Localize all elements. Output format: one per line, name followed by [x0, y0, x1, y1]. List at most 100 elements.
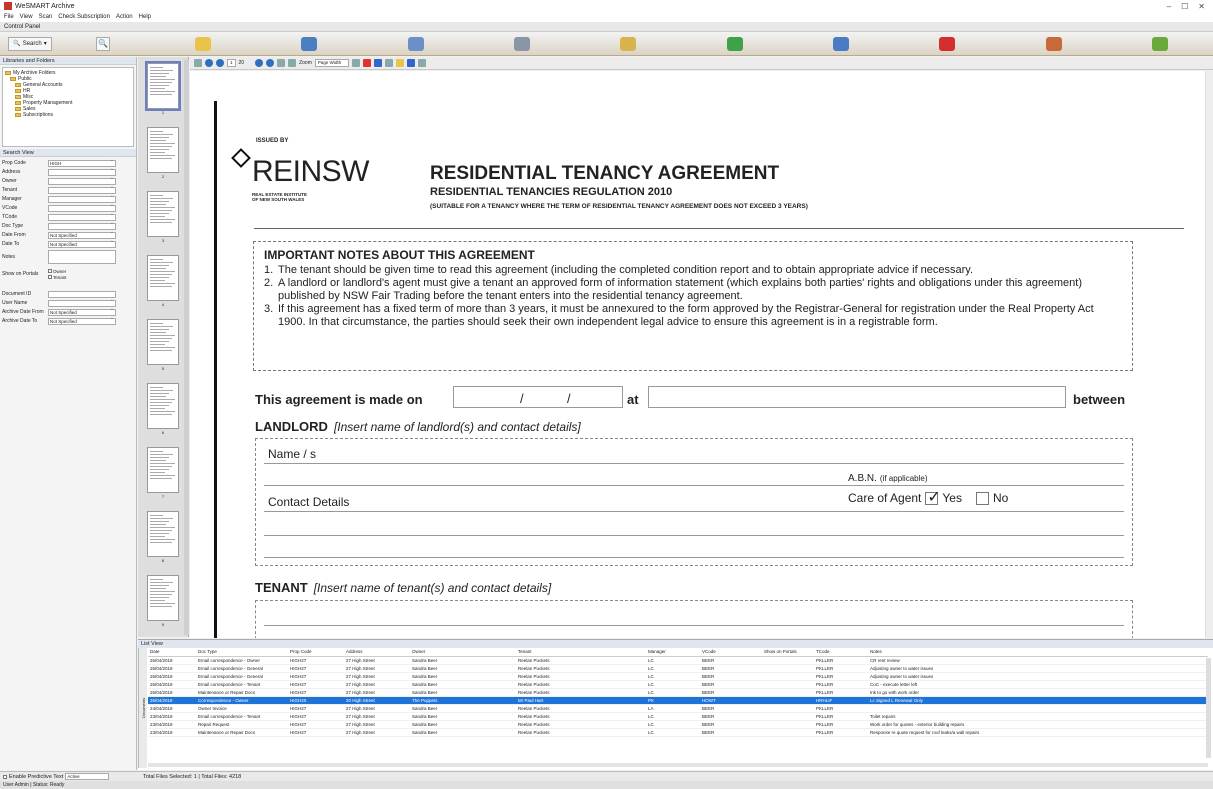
email-icon[interactable]: [195, 36, 212, 51]
notes-field[interactable]: [48, 249, 116, 264]
viewer-scrollbar[interactable]: [1205, 71, 1213, 638]
page-thumbnail[interactable]: 1: [143, 61, 183, 121]
next-page-icon[interactable]: [216, 59, 224, 67]
date-to-field[interactable]: Not Specified: [48, 239, 116, 248]
attach-icon[interactable]: [726, 36, 743, 51]
menu-item-scan[interactable]: Scan: [39, 14, 53, 20]
menu-item-check-subscription[interactable]: Check Subscription: [58, 14, 110, 20]
search-row: Date To Not Specified: [2, 239, 134, 248]
page-thumbnail[interactable]: 6: [143, 383, 183, 441]
table-row[interactable]: 23/04/2018 Email correspondence - Tenant H…: [148, 712, 1208, 721]
maximize-button[interactable]: ☐: [1181, 2, 1188, 11]
column-header[interactable]: VCode: [700, 648, 762, 657]
table-row[interactable]: 26/04/2018 Correspondence - Owner HIGH20 20…: [148, 696, 1208, 705]
table-row[interactable]: 23/04/2018 Repair Request HIGH27 27 High St…: [148, 720, 1208, 729]
text-icon[interactable]: [384, 59, 393, 67]
menu-item-action[interactable]: Action: [116, 14, 133, 20]
table-cell: Correspondence - Owner: [196, 696, 288, 705]
table-row[interactable]: 23/04/2018 Maintenance or Repair Docs HIGH…: [148, 728, 1208, 737]
table-row[interactable]: 26/04/2018 Email correspondence - Tenant H…: [148, 680, 1208, 689]
tree-node[interactable]: Subscriptions: [5, 112, 131, 118]
column-header[interactable]: Doc Type: [196, 648, 288, 657]
column-header[interactable]: Address: [344, 648, 410, 657]
close-button[interactable]: ✕: [1198, 2, 1205, 11]
portal-option-owner[interactable]: Owner: [48, 269, 67, 274]
stamp-icon[interactable]: [406, 59, 415, 67]
vcode-field[interactable]: [48, 203, 116, 212]
last-page-icon[interactable]: [266, 59, 275, 67]
save-icon[interactable]: [832, 36, 849, 51]
tcode-field[interactable]: [48, 212, 116, 221]
rotate-icon[interactable]: [351, 59, 360, 67]
search-row: Archive Date To Not Specified: [2, 316, 134, 325]
note-icon[interactable]: [620, 36, 637, 51]
tenant-field[interactable]: [48, 185, 116, 194]
agreement-place-field[interactable]: [648, 386, 1066, 408]
page-thumbnail[interactable]: 2: [143, 127, 183, 185]
column-header[interactable]: Date: [148, 648, 196, 657]
table-row[interactable]: 26/04/2018 Email correspondence - General…: [148, 664, 1208, 673]
print-icon[interactable]: [301, 36, 318, 51]
thumbnail-scrollbar[interactable]: [184, 60, 189, 635]
pen-icon[interactable]: [373, 59, 382, 67]
page-number-field[interactable]: 1: [227, 59, 236, 67]
doc-type-field[interactable]: [48, 221, 116, 230]
documents-tab[interactable]: Documents: [138, 648, 147, 768]
portal-option-tenant[interactable]: Tenant: [48, 275, 67, 280]
highlight-icon[interactable]: [362, 59, 371, 67]
scan-icon[interactable]: [407, 36, 424, 51]
date-from-field[interactable]: Not Specified: [48, 230, 116, 239]
column-header[interactable]: Prop Code: [288, 648, 344, 657]
table-row[interactable]: 26/04/2018 Email correspondence - General…: [148, 672, 1208, 681]
page-thumbnail[interactable]: 9: [143, 575, 183, 633]
column-header[interactable]: Manager: [646, 648, 700, 657]
first-page-icon[interactable]: [255, 59, 264, 67]
table-row[interactable]: 26/04/2018 Email correspondence - Owner HI…: [148, 656, 1208, 665]
address-field[interactable]: [48, 167, 116, 176]
menu-item-file[interactable]: File: [4, 14, 14, 20]
column-header[interactable]: Tenant: [516, 648, 646, 657]
document-viewer[interactable]: ISSUED BY REINSW REAL ESTATE INSTITUTE O…: [190, 71, 1213, 638]
page-thumbnail[interactable]: 8: [143, 511, 183, 569]
list-horizontal-scrollbar[interactable]: [148, 763, 1208, 767]
prop-code-field[interactable]: HIGH: [48, 158, 116, 167]
owner-field[interactable]: [48, 176, 116, 185]
sticky-note-icon[interactable]: [395, 59, 404, 67]
yes-checkbox[interactable]: [925, 487, 941, 507]
fit-page-icon[interactable]: [194, 59, 202, 67]
edit-document-icon[interactable]: [514, 36, 531, 51]
page-thumbnail[interactable]: 5: [143, 319, 183, 377]
archive-date-from-field[interactable]: Not Specified: [48, 307, 116, 316]
manager-field[interactable]: [48, 194, 116, 203]
user-icon[interactable]: [1045, 36, 1062, 51]
table-row[interactable]: 26/04/2018 Maintenance or Repair Docs HIGH…: [148, 688, 1208, 697]
search-button[interactable]: 🔍 Search ▾: [8, 36, 52, 51]
menu-item-help[interactable]: Help: [139, 14, 151, 20]
list-scrollbar[interactable]: [1206, 658, 1211, 758]
page-thumbnail[interactable]: 3: [143, 191, 183, 249]
archive-date-to-field[interactable]: Not Specified: [48, 316, 116, 325]
predictive-text-select[interactable]: Active: [65, 773, 110, 780]
column-header[interactable]: TCode: [814, 648, 868, 657]
document-id-field[interactable]: [48, 290, 116, 298]
no-checkbox[interactable]: [975, 491, 989, 505]
predictive-text-checkbox[interactable]: [3, 774, 7, 779]
prev-page-icon[interactable]: [205, 59, 213, 67]
table-row[interactable]: 24/04/2018 Owner Invoice HIGH27 27 High Str…: [148, 704, 1208, 713]
user-name-field[interactable]: [48, 298, 116, 307]
grid-icon[interactable]: [417, 59, 426, 67]
minimize-button[interactable]: –: [1167, 2, 1171, 11]
flag-icon[interactable]: [939, 36, 956, 51]
column-header[interactable]: Owner: [410, 648, 516, 657]
page-thumbnail[interactable]: 4: [143, 255, 183, 313]
agreement-date-field[interactable]: [453, 386, 623, 408]
zoom-out-icon[interactable]: [288, 59, 297, 67]
advanced-search-button[interactable]: 🔍: [96, 36, 110, 51]
zoom-in-icon[interactable]: [277, 59, 286, 67]
zoom-select[interactable]: Page Width: [314, 59, 349, 67]
column-header[interactable]: Notes: [868, 648, 1208, 657]
menu-item-view[interactable]: View: [20, 14, 33, 20]
refresh-icon[interactable]: [1151, 36, 1168, 51]
column-header[interactable]: Show on Portals: [762, 648, 814, 657]
page-thumbnail[interactable]: 7: [143, 447, 183, 505]
